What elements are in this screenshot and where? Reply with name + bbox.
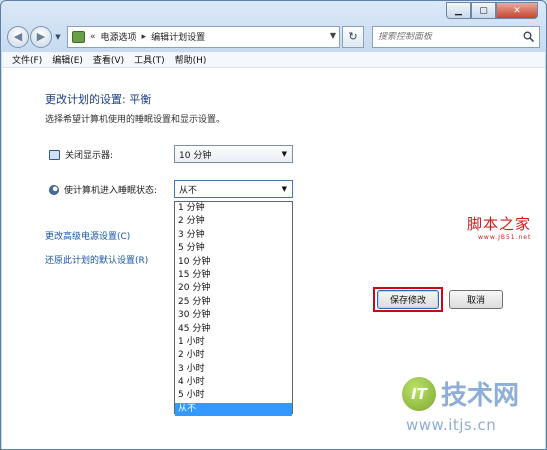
sleep-option[interactable]: 45 分钟 <box>175 323 292 336</box>
display-off-label: 关闭显示器: <box>65 151 114 161</box>
sleep-options-list: 1 分钟 2 分钟 3 分钟 5 分钟 10 分钟 15 分钟 20 分钟 25 分钟 30 分… <box>174 201 293 417</box>
address-dropdown-icon[interactable]: ▼ <box>330 31 336 40</box>
watermark-itjs-logo: IT <box>402 377 436 411</box>
address-bar[interactable]: « 电源选项 ▸ 编辑计划设置 ▼ <box>67 25 340 48</box>
close-button[interactable]: ✕ <box>496 2 538 19</box>
maximize-icon: ▢ <box>479 5 488 16</box>
breadcrumb-power-options[interactable]: 电源选项 <box>101 30 137 43</box>
forward-arrow-icon: ▶ <box>36 30 46 43</box>
control-panel-window: ▁ ▢ ✕ ◀ ▶ ▼ « 电源选项 ▸ 编辑计划设置 ▼ ↻ 搜索控制面板 文… <box>0 0 547 450</box>
refresh-icon: ↻ <box>348 30 358 43</box>
advanced-power-settings-link[interactable]: 更改高级电源设置(C) <box>45 229 130 242</box>
search-box[interactable] <box>372 25 540 48</box>
cancel-button[interactable]: 取消 <box>449 290 503 309</box>
display-off-value: 10 分钟 <box>179 150 212 161</box>
sleep-option[interactable]: 10 分钟 <box>175 256 292 269</box>
page-description: 选择希望计算机使用的睡眠设置和显示设置。 <box>45 115 226 125</box>
sleep-option[interactable]: 3 分钟 <box>175 229 292 242</box>
sleep-select[interactable]: 从不 ▼ <box>174 180 293 198</box>
breadcrumb-separator-icon[interactable]: ▸ <box>142 32 147 42</box>
watermark-jb51-name: 脚本之家 <box>467 215 532 233</box>
menu-file[interactable]: 文件(F) <box>12 53 42 66</box>
dropdown-arrow-icon: ▼ <box>281 150 287 158</box>
watermark-itjs-url: www.itjs.cn <box>406 416 497 434</box>
sleep-option[interactable]: 2 分钟 <box>175 215 292 228</box>
watermark-jb51-url: www.JB51.net <box>478 234 532 241</box>
sleep-option[interactable]: 5 小时 <box>175 389 292 402</box>
back-arrow-icon: ◀ <box>13 30 23 43</box>
forward-button[interactable]: ▶ <box>30 25 52 48</box>
sleep-option[interactable]: 4 小时 <box>175 376 292 389</box>
minimize-button[interactable]: ▁ <box>446 2 471 19</box>
save-changes-button[interactable]: 保存修改 <box>377 290 439 309</box>
menu-bar: 文件(F) 编辑(E) 查看(V) 工具(T) 帮助(H) <box>2 52 545 68</box>
sleep-option[interactable]: 30 分钟 <box>175 309 292 322</box>
refresh-button[interactable]: ↻ <box>342 25 364 48</box>
sleep-option[interactable]: 从不 <box>175 402 292 417</box>
sleep-option[interactable]: 15 分钟 <box>175 269 292 282</box>
sleep-option[interactable]: 25 分钟 <box>175 296 292 309</box>
navigation-bar: ◀ ▶ ▼ « 电源选项 ▸ 编辑计划设置 ▼ ↻ <box>7 24 540 49</box>
menu-edit[interactable]: 编辑(E) <box>52 53 83 66</box>
sleep-label: 使计算机进入睡眠状态: <box>64 186 158 196</box>
display-off-select[interactable]: 10 分钟 ▼ <box>174 145 293 163</box>
page-title: 更改计划的设置: 平衡 <box>45 93 152 106</box>
watermark-itjs-name: 技术网 <box>441 381 520 411</box>
monitor-icon <box>49 149 60 160</box>
restore-defaults-link[interactable]: 还原此计划的默认设置(R) <box>45 253 148 266</box>
sleep-option[interactable]: 5 分钟 <box>175 242 292 255</box>
minimize-icon: ▁ <box>455 5 462 16</box>
caption-buttons: ▁ ▢ ✕ <box>446 2 538 19</box>
sleep-value: 从不 <box>179 185 198 196</box>
sleep-moon-icon <box>49 184 59 195</box>
breadcrumb-edit-plan[interactable]: 编辑计划设置 <box>151 30 205 43</box>
recent-pages-dropdown[interactable]: ▼ <box>53 33 63 41</box>
sleep-row: 使计算机进入睡眠状态: <box>49 183 157 196</box>
search-input[interactable] <box>378 31 528 42</box>
sleep-option[interactable]: 20 分钟 <box>175 282 292 295</box>
back-button[interactable]: ◀ <box>7 25 29 48</box>
display-off-row: 关闭显示器: <box>49 148 113 161</box>
menu-help[interactable]: 帮助(H) <box>175 53 207 66</box>
sleep-option[interactable]: 1 分钟 <box>175 202 292 215</box>
breadcrumb-overflow[interactable]: « <box>90 32 96 42</box>
sleep-option[interactable]: 3 小时 <box>175 363 292 376</box>
dropdown-arrow-icon: ▼ <box>281 185 287 193</box>
control-panel-icon <box>72 30 85 43</box>
menu-view[interactable]: 查看(V) <box>93 53 124 66</box>
search-icon[interactable] <box>523 31 534 42</box>
sleep-option[interactable]: 1 小时 <box>175 336 292 349</box>
sleep-option[interactable]: 2 小时 <box>175 349 292 362</box>
maximize-button[interactable]: ▢ <box>471 2 496 19</box>
close-icon: ✕ <box>513 5 521 16</box>
menu-tools[interactable]: 工具(T) <box>134 53 165 66</box>
